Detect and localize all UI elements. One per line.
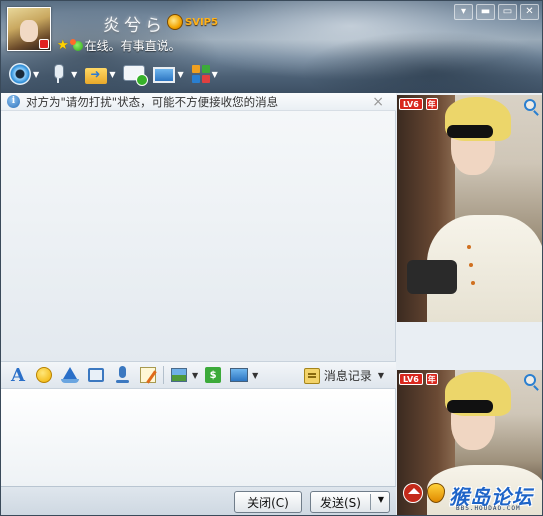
chevron-down-icon: ▼	[377, 371, 384, 380]
doodle-button[interactable]	[137, 364, 159, 386]
screen-share-button[interactable]	[228, 364, 250, 386]
contact-status: ★ 在线。有事直说。	[57, 37, 181, 54]
message-input[interactable]	[1, 389, 396, 486]
monitor-icon	[153, 66, 176, 83]
crown-icon	[167, 14, 183, 30]
microphone-icon	[47, 63, 69, 85]
contact-show-photo[interactable]: LV6 年	[397, 95, 542, 322]
info-icon: i	[7, 95, 20, 108]
message-history-area[interactable]: i 对方为"请勿打扰"状态，可能不方便接收您的消息 ×	[1, 93, 396, 361]
camera-icon	[9, 63, 31, 85]
history-icon	[303, 367, 320, 384]
svip-badge[interactable]: SVIP5	[167, 13, 218, 31]
send-button[interactable]: 发送(S) ▼	[310, 491, 390, 513]
level-badge: LV6 年	[399, 373, 438, 385]
svip-label: SVIP5	[185, 16, 218, 28]
online-status-icon	[69, 38, 83, 51]
notice-text: 对方为"请勿打扰"状态，可能不方便接收您的消息	[26, 94, 279, 109]
apps-grid-icon	[191, 65, 210, 83]
folder-transfer-icon	[85, 67, 108, 84]
smiley-icon	[36, 367, 52, 383]
font-button[interactable]: A	[7, 364, 29, 386]
zoom-icon[interactable]	[524, 99, 536, 111]
home-icon	[403, 483, 423, 503]
history-label: 消息记录	[323, 369, 372, 383]
status-badge-icon	[39, 39, 49, 49]
contact-avatar[interactable]	[7, 7, 51, 51]
status-text: 在线。有事直说。	[84, 39, 181, 53]
file-transfer-button[interactable]: ▼	[83, 62, 117, 86]
level-badge: LV6 年	[399, 98, 438, 110]
toolbar-divider	[163, 366, 164, 384]
chevron-down-icon: ▼	[211, 69, 218, 79]
watermark-url: BBS.HOUDAO.COM	[456, 505, 521, 512]
chat-toolbar: ▼ ▼ ▼ ▼ ▼	[7, 61, 220, 87]
send-label: 发送(S)	[320, 495, 361, 510]
menu-button[interactable]: ▾	[454, 4, 473, 20]
year-badge: 年	[425, 373, 438, 385]
level-label: LV6	[399, 98, 423, 110]
star-icon: ★	[57, 38, 69, 53]
pencil-note-icon	[140, 367, 156, 383]
monitor-icon	[230, 368, 249, 382]
maximize-button[interactable]: ▭	[498, 4, 517, 20]
chevron-down-icon: ▼	[33, 69, 40, 79]
group-chat-button[interactable]	[121, 62, 149, 86]
bottom-action-bar: 关闭(C) 发送(S) ▼	[1, 486, 396, 515]
input-toolbar: A ▼ $ ▼ 消息记录 ▼	[1, 361, 396, 389]
message-history-button[interactable]: 消息记录 ▼	[303, 367, 384, 384]
voice-message-button[interactable]	[111, 364, 133, 386]
shield-icon	[427, 483, 445, 503]
shake-button[interactable]	[59, 364, 81, 386]
split-divider	[370, 494, 371, 510]
send-options-chevron-icon[interactable]: ▼	[378, 495, 384, 504]
forum-watermark: 猴岛论坛 BBS.HOUDAO.COM	[401, 479, 542, 515]
chevron-down-icon[interactable]: ▼	[192, 371, 198, 380]
close-button[interactable]: 关闭(C)	[234, 491, 302, 513]
image-icon	[171, 368, 187, 382]
chevron-down-icon: ▼	[177, 69, 184, 79]
remote-assist-button[interactable]: ▼	[151, 62, 185, 86]
chevron-down-icon: ▼	[71, 69, 78, 79]
minimize-button[interactable]: ▬	[476, 4, 495, 20]
do-not-disturb-notice: i 对方为"请勿打扰"状态，可能不方便接收您的消息 ×	[1, 93, 396, 111]
level-label: LV6	[399, 373, 423, 385]
chat-window: 炎兮ら SVIP5 ★ 在线。有事直说。 ▾ ▬ ▭ ✕ ▼ ▼ ➜ ▼ ▼ ▼…	[0, 0, 543, 516]
year-badge: 年	[425, 98, 438, 110]
apps-button[interactable]: ▼	[190, 62, 220, 86]
zoom-icon[interactable]	[524, 374, 536, 386]
send-image-button[interactable]	[168, 364, 190, 386]
close-window-button[interactable]: ✕	[520, 4, 539, 20]
screenshot-icon	[88, 368, 104, 382]
gift-money-button[interactable]: $	[202, 364, 224, 386]
screenshot-button[interactable]	[85, 364, 107, 386]
money-icon: $	[205, 367, 222, 383]
video-call-button[interactable]: ▼	[7, 62, 41, 86]
chat-bubble-icon	[123, 65, 149, 86]
chat-header: 炎兮ら SVIP5 ★ 在线。有事直说。 ▾ ▬ ▭ ✕ ▼ ▼ ➜ ▼ ▼ ▼	[1, 1, 542, 93]
chevron-down-icon[interactable]: ▼	[252, 371, 258, 380]
voice-call-button[interactable]: ▼	[45, 62, 79, 86]
close-notice-button[interactable]: ×	[372, 94, 384, 110]
chevron-down-icon: ▼	[109, 69, 116, 79]
contact-nickname[interactable]: 炎兮ら	[103, 11, 166, 36]
emoji-button[interactable]	[33, 364, 55, 386]
window-controls: ▾ ▬ ▭ ✕	[454, 4, 539, 20]
